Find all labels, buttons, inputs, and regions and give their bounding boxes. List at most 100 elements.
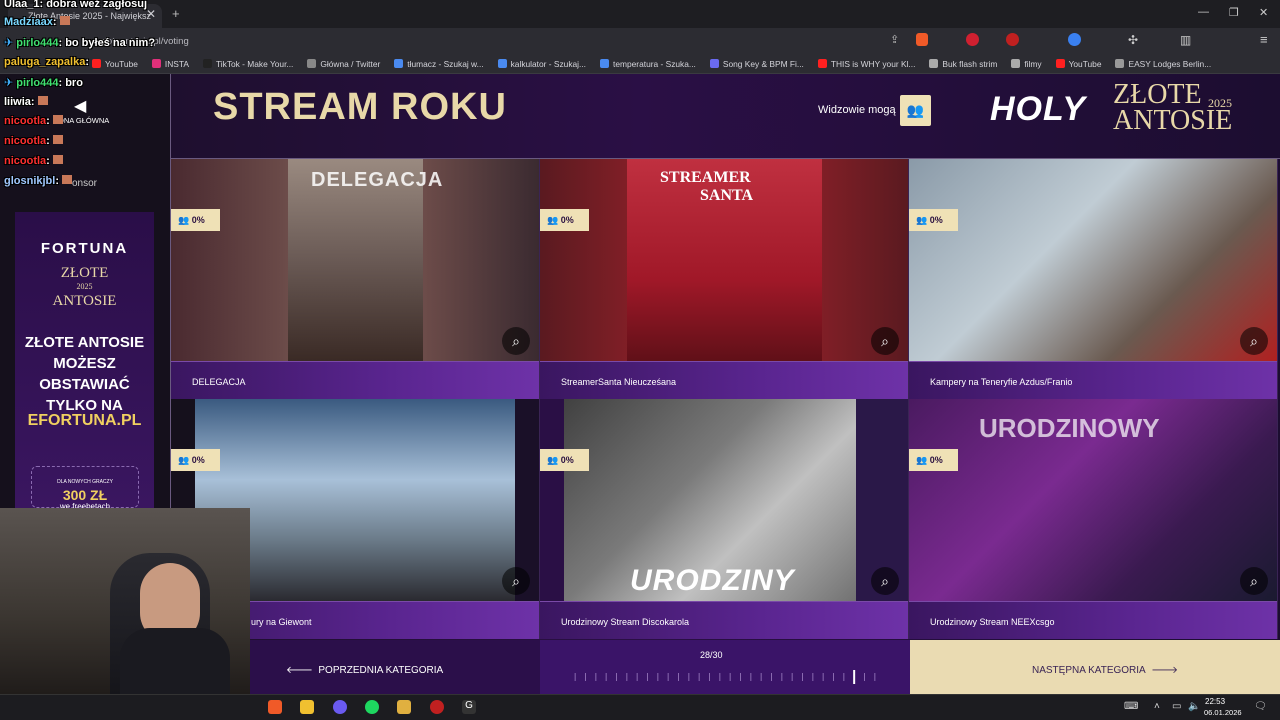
bookmark-item[interactable]: THIS is WHY your Kl...	[817, 59, 915, 69]
zoom-icon[interactable]: ⌕	[1240, 567, 1268, 595]
zoom-icon[interactable]: ⌕	[1240, 327, 1268, 355]
bookmark-icon	[817, 59, 827, 68]
bookmark-label: Buk flash strim	[942, 58, 998, 69]
card-thumbnail: STREAMER SANTA	[540, 159, 908, 361]
zoom-icon[interactable]: ⌕	[871, 567, 899, 595]
vote-percent: 0%	[929, 455, 943, 465]
chat-text: :	[30, 96, 35, 108]
arrow-left-icon: 🡐	[286, 665, 313, 676]
poster-title: STREAMER	[660, 169, 751, 186]
share-icon[interactable]: ⇪	[890, 33, 899, 46]
poster-title: URODZINOWY	[979, 413, 1160, 443]
discord-icon[interactable]	[333, 700, 347, 714]
sidebar-icon[interactable]: ▥	[1180, 33, 1191, 47]
users-icon: 👥	[547, 455, 559, 465]
users-icon: 👥	[178, 215, 190, 225]
clock-time[interactable]: 22:53	[1205, 697, 1225, 706]
vote-card[interactable]: 👥 0% ⌕ Kampery na Teneryfie Azdus/Franio	[909, 159, 1278, 399]
chat-username: pirlo444	[16, 77, 59, 89]
chat-username: nicootla	[4, 115, 47, 127]
keyboard-icon[interactable]: ⌨	[1124, 701, 1138, 712]
badge-icon: ✈	[4, 77, 14, 89]
progress-label: 28/30	[700, 650, 723, 660]
media-player-icon[interactable]	[397, 700, 411, 714]
stream-chat-overlay: Ulaa_1: dobra weź zagłosuj Madziaax: ✈ p…	[0, 0, 230, 200]
extension-icon[interactable]	[1006, 33, 1019, 46]
bookmark-folder[interactable]: Buk flash strim	[929, 59, 997, 69]
zoom-icon[interactable]: ⌕	[871, 327, 899, 355]
zoom-icon[interactable]: ⌕	[502, 567, 530, 595]
chat-message: nicootla:	[4, 115, 63, 127]
ad-logo-year: 2025	[76, 282, 93, 291]
extension-icon[interactable]	[1068, 33, 1081, 46]
bookmark-icon	[600, 59, 610, 68]
vote-percent: 0%	[560, 215, 574, 225]
minimize-icon[interactable]: —	[1198, 6, 1209, 18]
poster-title: URODZINY	[630, 564, 795, 597]
card-name: Kampery na Teneryfie Azdus/Franio	[930, 377, 1073, 387]
chat-username: Ulaa_1	[4, 0, 40, 10]
bookmark-folder[interactable]: filmy	[1011, 59, 1042, 69]
puzzle-icon[interactable]: ✣	[1128, 33, 1138, 47]
clock-date[interactable]: 06.01.2026	[1204, 708, 1242, 717]
close-window-icon[interactable]: ✕	[1259, 6, 1268, 19]
bookmark-icon	[497, 59, 507, 68]
chat-username: nicootla	[4, 135, 47, 147]
viewers-label: Widzowie mogą	[818, 104, 896, 116]
ad-line: MOŻESZ	[53, 355, 116, 372]
chat-message: nicootla:	[4, 155, 63, 167]
zoom-icon[interactable]: ⌕	[502, 327, 530, 355]
file-explorer-icon[interactable]	[300, 700, 314, 714]
card-thumbnail	[909, 159, 1277, 361]
ad-logo: ZŁOTE 2025 ANTOSIE	[15, 266, 154, 309]
bookmark-label: EASY Lodges Berlin...	[1128, 58, 1212, 69]
next-category-label: NASTĘPNA KATEGORIA 🡒	[1032, 664, 1178, 676]
vote-card[interactable]: URODZINOWY 👥 0% ⌕ Urodzinowy Stream NEEX…	[909, 399, 1278, 639]
bookmark-item[interactable]: kalkulator - Szukaj...	[497, 59, 586, 69]
notifications-icon[interactable]: 🗨	[1254, 701, 1267, 712]
bookmark-item[interactable]: tłumacz - Szukaj w...	[394, 59, 484, 69]
chat-text: : bro	[58, 77, 83, 89]
bookmark-item[interactable]: Song Key & BPM Fi...	[709, 58, 804, 69]
extension-icon[interactable]	[966, 33, 979, 46]
bookmark-item[interactable]: EASY Lodges Berlin...	[1115, 59, 1211, 69]
ad-line: OBSTAWIAĆ	[39, 376, 130, 393]
spotify-icon[interactable]	[365, 700, 379, 714]
obs-icon[interactable]	[430, 700, 444, 714]
users-icon: 👥	[916, 215, 928, 225]
logo-year: 2025	[1208, 96, 1232, 110]
folder-icon	[929, 59, 939, 68]
app-icon[interactable]: G	[462, 700, 476, 714]
emote-icon	[52, 115, 63, 124]
maximize-icon[interactable]: ❐	[1229, 6, 1239, 19]
bookmark-label: Song Key & BPM Fi...	[722, 58, 804, 69]
bookmark-item[interactable]: temperatura - Szuka...	[600, 59, 696, 69]
viewers-button[interactable]: 👥	[900, 95, 931, 126]
bookmark-item[interactable]: YouTube	[1055, 59, 1101, 69]
chevron-up-icon[interactable]: ˄	[1154, 701, 1160, 712]
previous-category-label: 🡐 POPRZEDNIA KATEGORIA	[286, 664, 443, 676]
bookmark-label: temperatura - Szuka...	[613, 58, 696, 69]
brave-shield-icon[interactable]	[916, 33, 928, 46]
users-icon: 👥	[906, 102, 925, 118]
network-icon[interactable]: ▭	[1172, 701, 1181, 712]
chat-username: liiwia	[4, 96, 31, 108]
bookmark-icon	[709, 59, 719, 68]
vote-percent-badge: 👥 0%	[909, 449, 958, 471]
vote-card[interactable]: URODZINY 👥 0% ⌕ Urodzinowy Stream Discok…	[540, 399, 909, 639]
brave-icon[interactable]	[268, 700, 282, 714]
vote-card[interactable]: STREAMER SANTA 👥 0% ⌕ StreamerSanta Nieu…	[540, 159, 909, 399]
logo-line-antosie: ANTOSIE	[1113, 105, 1233, 136]
users-icon: 👥	[547, 215, 559, 225]
next-label-text: NASTĘPNA KATEGORIA	[1032, 665, 1146, 676]
menu-icon[interactable]: ≡	[1260, 32, 1268, 47]
taskbar	[0, 694, 1280, 720]
volume-icon[interactable]: 🔈	[1188, 701, 1200, 712]
emote-icon	[59, 16, 70, 25]
category-progress	[540, 640, 910, 694]
ad-brand: FORTUNA	[40, 240, 129, 257]
progress-ticks	[574, 670, 876, 684]
bookmark-item[interactable]: Główna / Twitter	[307, 59, 380, 69]
vote-percent-badge: 👥 0%	[171, 209, 220, 231]
bookmark-icon	[1055, 59, 1065, 68]
